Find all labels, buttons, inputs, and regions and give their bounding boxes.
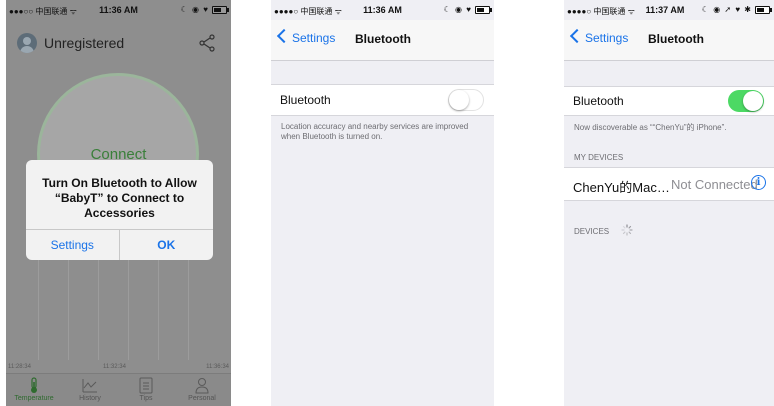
tab-label: Temperature — [14, 395, 54, 402]
tab-bar: Temperature History Tips Personal — [6, 373, 231, 406]
page-title: Bluetooth — [355, 32, 411, 46]
battery-icon — [212, 6, 229, 14]
temperature-chart: 11:28:34 11:32:34 11:36:34 — [6, 260, 231, 370]
phone-bluetooth-on: ●●●●○ 中国联通 ᯤ 11:37 AM ☾ ◉ ➚ ♥ ✱ Settings… — [564, 0, 774, 406]
grid-line — [188, 260, 189, 360]
tab-label: Tips — [139, 395, 153, 402]
back-button-label: Settings — [585, 31, 629, 45]
discoverable-note: Now discoverable as ““ChenYu”的 iPhone”. — [574, 123, 727, 132]
thermometer-icon — [31, 377, 37, 393]
phone-app-screen: ●●●○○ 中国联通 ᯤ 11:36 AM ☾ ◉ ♥ Unregistered… — [6, 0, 231, 406]
alert-ok-button[interactable]: OK — [120, 230, 214, 260]
battery-icon — [755, 6, 772, 14]
battery-icon — [475, 6, 492, 14]
tab-personal[interactable]: Personal — [174, 374, 230, 406]
status-icons: ☾ ◉ ➚ ♥ ✱ — [701, 5, 752, 14]
page-title: Bluetooth — [648, 32, 704, 46]
tab-history[interactable]: History — [62, 374, 118, 406]
bluetooth-footnote: Location accuracy and nearby services ar… — [281, 122, 469, 141]
grid-line — [158, 260, 159, 360]
grid-line — [98, 260, 99, 360]
chart-tick-label: 11:28:34 — [8, 364, 31, 370]
info-icon[interactable]: i — [751, 175, 766, 190]
status-bar: ●●●●○ 中国联通 ᯤ 11:37 AM ☾ ◉ ➚ ♥ ✱ — [564, 0, 774, 20]
status-bar: ●●●○○ 中国联通 ᯤ 11:36 AM ☾ ◉ ♥ — [6, 0, 231, 20]
back-button[interactable]: Settings — [275, 28, 336, 45]
toggle-knob — [743, 91, 763, 111]
tab-label: Personal — [188, 395, 216, 402]
bluetooth-label: Bluetooth — [280, 93, 331, 107]
bluetooth-toggle[interactable] — [448, 89, 484, 111]
share-icon[interactable] — [197, 33, 217, 53]
alert-button-row: Settings OK — [26, 229, 213, 260]
alert-settings-button[interactable]: Settings — [26, 230, 120, 260]
toggle-knob — [449, 90, 469, 110]
app-header: Unregistered — [6, 20, 231, 64]
grid-line — [128, 260, 129, 360]
device-status: Not Connected — [671, 177, 758, 192]
status-icons: ☾ ◉ ♥ — [180, 5, 209, 14]
nav-bar: Settings Bluetooth — [271, 20, 494, 61]
tab-tips[interactable]: Tips — [118, 374, 174, 406]
grid-line — [38, 260, 39, 360]
tips-list-icon — [139, 377, 153, 394]
alert-message: Turn On Bluetooth to Allow “BabyT” to Co… — [42, 176, 197, 220]
bluetooth-label: Bluetooth — [573, 94, 624, 108]
chevron-left-icon — [276, 28, 292, 44]
back-button-label: Settings — [292, 31, 336, 45]
phone-bluetooth-off: ●●●●○ 中国联通 ᯤ 11:36 AM ☾ ◉ ♥ Settings Blu… — [271, 0, 494, 406]
chart-tick-label: 11:36:34 — [206, 364, 229, 370]
spinner-icon — [621, 224, 633, 236]
person-icon — [195, 378, 209, 394]
avatar[interactable] — [17, 33, 37, 53]
status-icons: ☾ ◉ ♥ — [443, 5, 472, 14]
device-row[interactable]: ChenYu的Mac… Not Connected i — [564, 167, 774, 201]
bluetooth-toggle[interactable] — [728, 90, 764, 112]
devices-header: DEVICES — [574, 227, 609, 236]
nav-bar: Settings Bluetooth — [564, 20, 774, 61]
back-button[interactable]: Settings — [568, 28, 629, 45]
tab-temperature[interactable]: Temperature — [6, 374, 62, 406]
my-devices-header: MY DEVICES — [574, 153, 624, 162]
page-title: Unregistered — [44, 35, 125, 51]
bluetooth-cell: Bluetooth — [271, 84, 494, 116]
history-chart-icon — [82, 379, 97, 393]
bluetooth-alert-dialog: Turn On Bluetooth to Allow “BabyT” to Co… — [26, 160, 213, 260]
tab-label: History — [79, 395, 101, 402]
bluetooth-cell: Bluetooth — [564, 86, 774, 116]
devices-header-label: DEVICES — [574, 227, 610, 236]
grid-line — [68, 260, 69, 360]
status-bar: ●●●●○ 中国联通 ᯤ 11:36 AM ☾ ◉ ♥ — [271, 0, 494, 20]
device-name: ChenYu的Mac… — [573, 180, 670, 195]
chart-tick-label: 11:32:34 — [103, 364, 126, 370]
chevron-left-icon — [569, 28, 585, 44]
